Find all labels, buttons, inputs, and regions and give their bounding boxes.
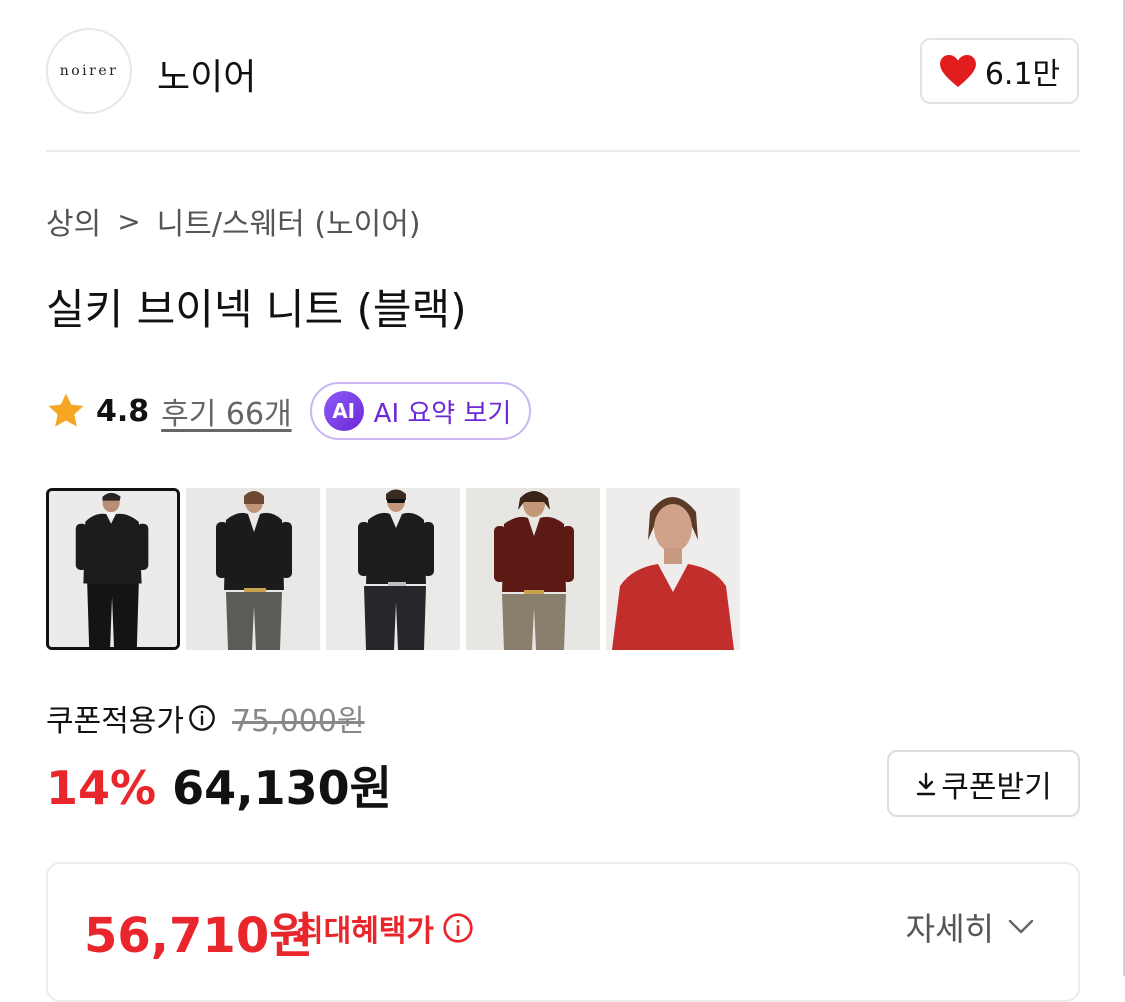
star-icon bbox=[48, 393, 84, 427]
breadcrumb-separator: > bbox=[117, 204, 141, 238]
detail-toggle[interactable]: 자세히 bbox=[906, 904, 1034, 950]
thumbnail-image-red-knit bbox=[606, 488, 740, 650]
product-page: noirer 노이어 6.1만 상의 > 니트/스웨터 (노이어) 실키 브이넥… bbox=[0, 0, 1125, 1002]
chevron-down-icon bbox=[1008, 919, 1034, 934]
original-price: 75,000원 bbox=[232, 704, 365, 739]
like-button[interactable]: 6.1만 bbox=[920, 38, 1079, 104]
ai-badge-icon: AI bbox=[323, 391, 364, 431]
ai-summary-label: AI 요약 보기 bbox=[373, 398, 512, 429]
heart-icon bbox=[939, 54, 976, 88]
discount-rate: 14% bbox=[46, 761, 157, 815]
max-benefit-price: 56,710원 bbox=[84, 908, 314, 964]
max-benefit-card[interactable]: 56,710원 최대혜택가 자세히 bbox=[46, 862, 1080, 1002]
thumbnail-image-black-knit bbox=[186, 488, 320, 650]
thumbnail-image-black-knit-sunglasses bbox=[326, 488, 460, 650]
brand-logo[interactable]: noirer bbox=[46, 28, 132, 114]
thumbnail-2[interactable] bbox=[186, 488, 320, 650]
product-title: 실키 브이넥 니트 (블랙) bbox=[46, 285, 467, 334]
brand-logo-text: noirer bbox=[59, 63, 119, 79]
ai-summary-button[interactable]: AI AI 요약 보기 bbox=[309, 382, 532, 440]
info-icon-red[interactable] bbox=[442, 912, 474, 944]
thumbnail-image-burgundy-knit bbox=[466, 488, 600, 650]
thumbnail-5[interactable] bbox=[606, 488, 740, 650]
coupon-price-row: 쿠폰적용가 75,000원 bbox=[46, 696, 365, 740]
max-benefit-label: 최대혜택가 bbox=[296, 914, 434, 949]
breadcrumb: 상의 > 니트/스웨터 (노이어) bbox=[46, 199, 421, 243]
get-coupon-label: 쿠폰받기 bbox=[941, 769, 1052, 805]
thumbnail-1[interactable] bbox=[46, 488, 180, 650]
get-coupon-button[interactable]: 쿠폰받기 bbox=[887, 750, 1080, 817]
header-divider bbox=[46, 150, 1080, 152]
thumbnail-strip bbox=[46, 488, 740, 650]
coupon-price-label: 쿠폰적용가 bbox=[46, 704, 184, 739]
download-icon bbox=[917, 772, 936, 795]
rating-score: 4.8 bbox=[96, 393, 150, 429]
thumbnail-image-black-knit-collar bbox=[49, 491, 177, 647]
brand-name[interactable]: 노이어 bbox=[157, 48, 256, 100]
sale-price: 64,130원 bbox=[172, 761, 392, 815]
breadcrumb-category[interactable]: 상의 bbox=[46, 199, 101, 243]
breadcrumb-subcategory[interactable]: 니트/스웨터 (노이어) bbox=[157, 199, 421, 243]
thumbnail-3[interactable] bbox=[326, 488, 460, 650]
review-count-link[interactable]: 후기 66개 bbox=[161, 389, 292, 433]
sale-price-row: 14% 64,130원 bbox=[46, 752, 392, 818]
like-count: 6.1만 bbox=[984, 57, 1061, 92]
rating-row: 4.8 후기 66개 AI AI 요약 보기 bbox=[46, 380, 532, 442]
info-icon[interactable] bbox=[188, 704, 216, 732]
max-benefit-label-group: 최대혜택가 bbox=[296, 906, 474, 950]
detail-label: 자세히 bbox=[905, 910, 994, 948]
thumbnail-4[interactable] bbox=[466, 488, 600, 650]
